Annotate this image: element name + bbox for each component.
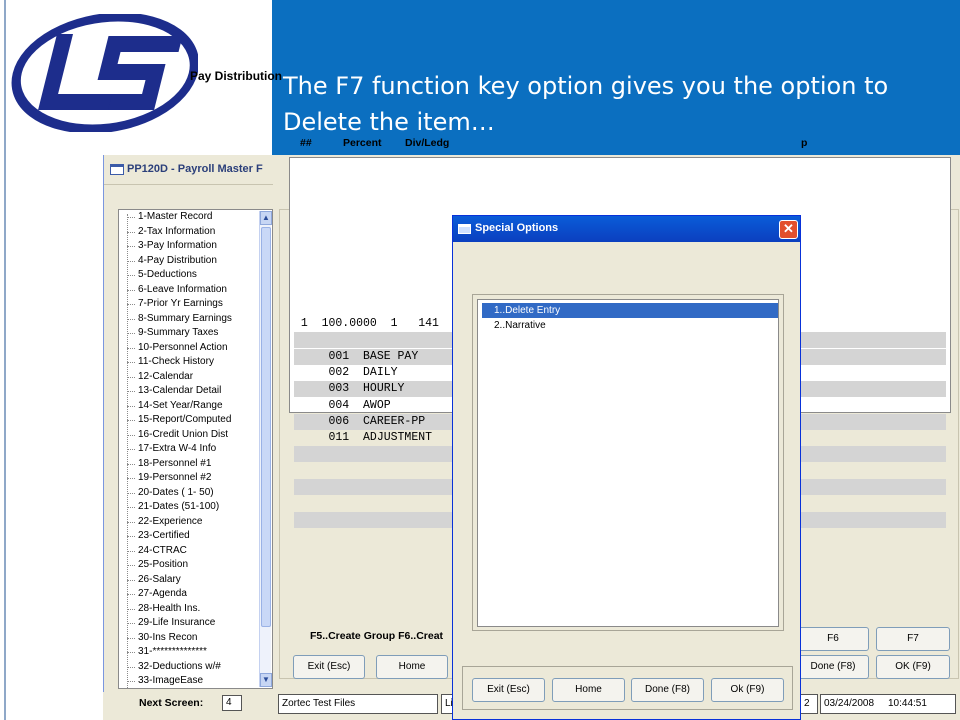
status-date: 03/24/2008 — [820, 694, 874, 714]
slide-caption: The F7 function key option gives you the… — [283, 72, 889, 136]
close-icon[interactable]: ✕ — [779, 220, 798, 239]
dialog-exit-button[interactable]: Exit (Esc) — [472, 678, 545, 702]
nav-item[interactable]: 14-Set Year/Range — [119, 399, 272, 414]
nav-item[interactable]: 32-Deductions w/# — [119, 660, 272, 675]
option-narrative[interactable]: 2..Narrative — [482, 318, 778, 333]
nav-item[interactable]: 8-Summary Earnings — [119, 312, 272, 327]
slide-left-rule — [4, 0, 6, 720]
nav-item[interactable]: 26-Salary — [119, 573, 272, 588]
option-delete-entry[interactable]: 1..Delete Entry — [482, 303, 778, 318]
dialog-titlebar[interactable]: Special Options — [453, 216, 800, 242]
home-button[interactable]: Home — [376, 655, 448, 679]
dialog-done-button[interactable]: Done (F8) — [631, 678, 704, 702]
options-list[interactable]: 1..Delete Entry 2..Narrative — [477, 299, 779, 627]
exit-button[interactable]: Exit (Esc) — [293, 655, 365, 679]
col-header-trailing: p — [801, 137, 808, 149]
nav-item[interactable]: 2-Tax Information — [119, 225, 272, 240]
nav-item[interactable]: 13-Calendar Detail — [119, 384, 272, 399]
nav-item[interactable]: 17-Extra W-4 Info — [119, 442, 272, 457]
nav-item[interactable]: 1-Master Record — [119, 210, 272, 225]
dialog-icon — [458, 224, 471, 234]
window-titlebar[interactable]: PP120D - Payroll Master F — [104, 155, 273, 185]
col-header-percent: Percent — [343, 137, 382, 149]
nav-item[interactable]: 6-Leave Information — [119, 283, 272, 298]
ls-logo — [11, 14, 198, 132]
window-title: PP120D - Payroll Master F — [127, 163, 263, 175]
nav-item[interactable]: 20-Dates ( 1- 50) — [119, 486, 272, 501]
scroll-up-icon[interactable]: ▲ — [260, 211, 272, 225]
special-options-dialog: Special Options ✕ 1..Delete Entry 2..Nar… — [452, 215, 801, 720]
nav-item[interactable]: 7-Prior Yr Earnings — [119, 297, 272, 312]
nav-item[interactable]: 15-Report/Computed — [119, 413, 272, 428]
f7-button[interactable]: F7 — [876, 627, 950, 651]
col-header-div: Div/Ledg — [405, 137, 450, 149]
nav-item[interactable]: 25-Position — [119, 558, 272, 573]
nav-item[interactable]: 27-Agenda — [119, 587, 272, 602]
nav-item[interactable]: 28-Health Ins. — [119, 602, 272, 617]
nav-item[interactable]: 12-Calendar — [119, 370, 272, 385]
nav-item[interactable]: 30-Ins Recon — [119, 631, 272, 646]
nav-item[interactable]: 33-ImageEase — [119, 674, 272, 688]
screen-nav-tree[interactable]: 1-Master Record 2-Tax Information 3-Pay In… — [118, 209, 273, 689]
section-title: Pay Distribution — [190, 69, 283, 83]
nav-item[interactable]: 3-Pay Information — [119, 239, 272, 254]
database-name: Zortec Test Files — [278, 694, 438, 714]
nav-item[interactable]: 19-Personnel #2 — [119, 471, 272, 486]
nav-item[interactable]: 16-Credit Union Dist — [119, 428, 272, 443]
nav-item[interactable]: 18-Personnel #1 — [119, 457, 272, 472]
col-header-num: ## — [300, 137, 312, 149]
status-field-num: 2 — [800, 694, 818, 714]
done-button[interactable]: Done (F8) — [797, 655, 869, 679]
fkey-hints: F5..Create Group F6..Creat — [310, 630, 444, 642]
status-time: 10:44:51 — [874, 694, 956, 714]
nav-item[interactable]: 31-************** — [119, 645, 272, 660]
dialog-home-button[interactable]: Home — [552, 678, 625, 702]
dialog-ok-button[interactable]: Ok (F9) — [711, 678, 784, 702]
nav-item[interactable]: 11-Check History — [119, 355, 272, 370]
nav-item[interactable]: 9-Summary Taxes — [119, 326, 272, 341]
nav-item[interactable]: 21-Dates (51-100) — [119, 500, 272, 515]
nav-item[interactable]: 4-Pay Distribution — [119, 254, 272, 269]
scroll-down-icon[interactable]: ▼ — [260, 673, 272, 687]
nav-item[interactable]: 5-Deductions — [119, 268, 272, 283]
nav-item[interactable]: 29-Life Insurance — [119, 616, 272, 631]
scroll-thumb[interactable] — [261, 227, 271, 627]
nav-item[interactable]: 10-Personnel Action — [119, 341, 272, 356]
ok-button[interactable]: OK (F9) — [876, 655, 950, 679]
next-screen-label: Next Screen: — [139, 697, 204, 709]
next-screen-input[interactable]: 4 — [222, 695, 242, 711]
nav-scrollbar[interactable]: ▲ ▼ — [259, 211, 272, 687]
dialog-title: Special Options — [475, 222, 559, 234]
window-icon — [110, 164, 124, 175]
nav-item[interactable]: 23-Certified — [119, 529, 272, 544]
f6-button[interactable]: F6 — [797, 627, 869, 651]
nav-item[interactable]: 22-Experience — [119, 515, 272, 530]
nav-item[interactable]: 24-CTRAC — [119, 544, 272, 559]
